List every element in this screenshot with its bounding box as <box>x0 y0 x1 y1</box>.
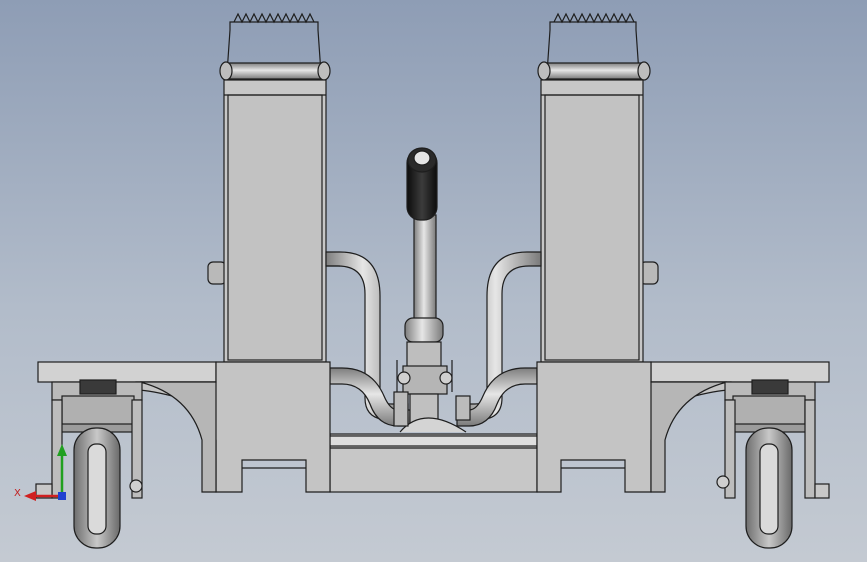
left-top-pin <box>219 61 331 81</box>
right-lift-column <box>540 79 644 363</box>
left-caster-wheel <box>35 379 143 549</box>
right-top-pin <box>537 61 651 81</box>
left-lift-column <box>223 79 327 363</box>
graphics-viewport[interactable]: X <box>0 0 867 562</box>
pump-mechanism <box>393 341 471 433</box>
right-caster-wheel <box>716 379 830 549</box>
left-side-knob <box>207 261 227 285</box>
center-base-beam <box>329 433 538 493</box>
pump-handle[interactable] <box>404 147 444 343</box>
triad-x-label: X <box>14 488 21 499</box>
cad-model-view[interactable]: X <box>0 0 867 562</box>
